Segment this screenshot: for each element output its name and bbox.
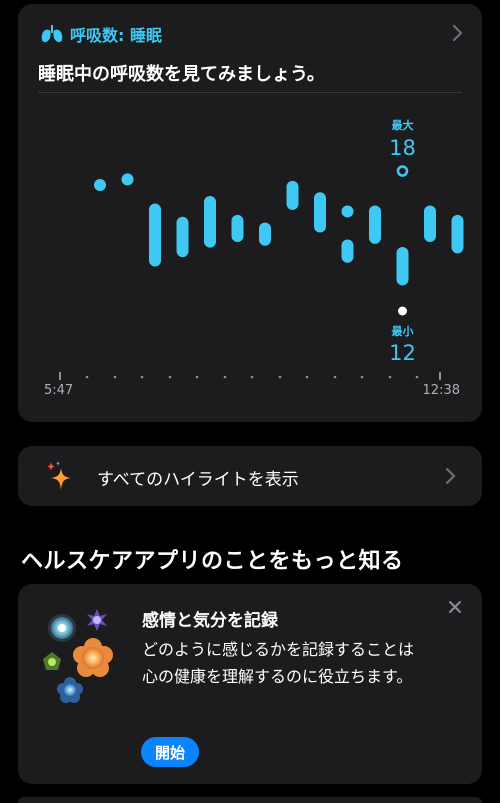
min-label: 最小: [392, 324, 414, 338]
start-button[interactable]: 開始: [141, 737, 199, 767]
end-time-label: 12:38: [423, 383, 460, 398]
axis-tick: [85, 375, 89, 379]
next-card-edge: [18, 797, 482, 803]
show-all-label: すべてのハイライトを表示: [97, 470, 299, 490]
range-bar: [451, 214, 464, 254]
range-bar: [424, 205, 436, 242]
respiratory-chart: 最大 18 最小 12 5:47 12:38: [44, 118, 464, 398]
range-bar: [149, 203, 161, 267]
range-bar: [286, 180, 299, 210]
mood-flowers-icon: [43, 609, 113, 703]
axis-tick: [113, 375, 117, 379]
axis-tick: [333, 375, 337, 379]
start-time-label: 5:47: [44, 383, 73, 398]
range-bar: [231, 214, 244, 242]
axis-tick: [278, 375, 282, 379]
axis-tick: [360, 375, 364, 379]
learn-card-body: どのように感じるかを記録することは心の健康を理解するのに役立ちます。: [142, 640, 415, 686]
max-label: 最大: [392, 118, 414, 132]
chevron-right-icon: [445, 467, 456, 485]
respiratory-highlight-card[interactable]: 呼吸数: 睡眠 睡眠中の呼吸数を見てみましょう。 最大 18 最小 12 5:47 12:…: [18, 4, 482, 422]
axis-tick: [140, 375, 144, 379]
show-all-highlights-button[interactable]: すべてのハイライトを表示: [18, 446, 482, 506]
axis-tick: [195, 375, 199, 379]
range-bar: [396, 247, 409, 286]
min-marker: [398, 306, 407, 316]
data-point: [121, 173, 134, 186]
axis-tick: [415, 375, 419, 379]
learn-card-title: 感情と気分を記録: [142, 611, 278, 631]
axis-tick: [223, 375, 227, 379]
axis-tick: [388, 375, 392, 379]
axis-tick: [305, 375, 309, 379]
range-bar: [259, 222, 271, 246]
min-value: 12: [389, 341, 416, 365]
axis-tick: [168, 375, 172, 379]
max-marker: [396, 165, 409, 177]
learn-more-card: 感情と気分を記録 どのように感じるかを記録することは心の健康を理解するのに役立ち…: [18, 584, 482, 784]
range-bar: [369, 205, 381, 244]
range-bar: [204, 196, 216, 248]
max-value: 18: [389, 136, 416, 160]
range-bar: [314, 192, 326, 233]
axis-tick: [250, 375, 254, 379]
sparkle-icon: [47, 461, 71, 490]
range-bar: [341, 239, 354, 263]
range-bar: [176, 216, 189, 258]
data-point: [341, 205, 354, 218]
data-point: [94, 179, 106, 191]
section-title: ヘルスケアアプリのことをもっと知る: [21, 549, 404, 574]
close-icon[interactable]: [448, 600, 462, 614]
